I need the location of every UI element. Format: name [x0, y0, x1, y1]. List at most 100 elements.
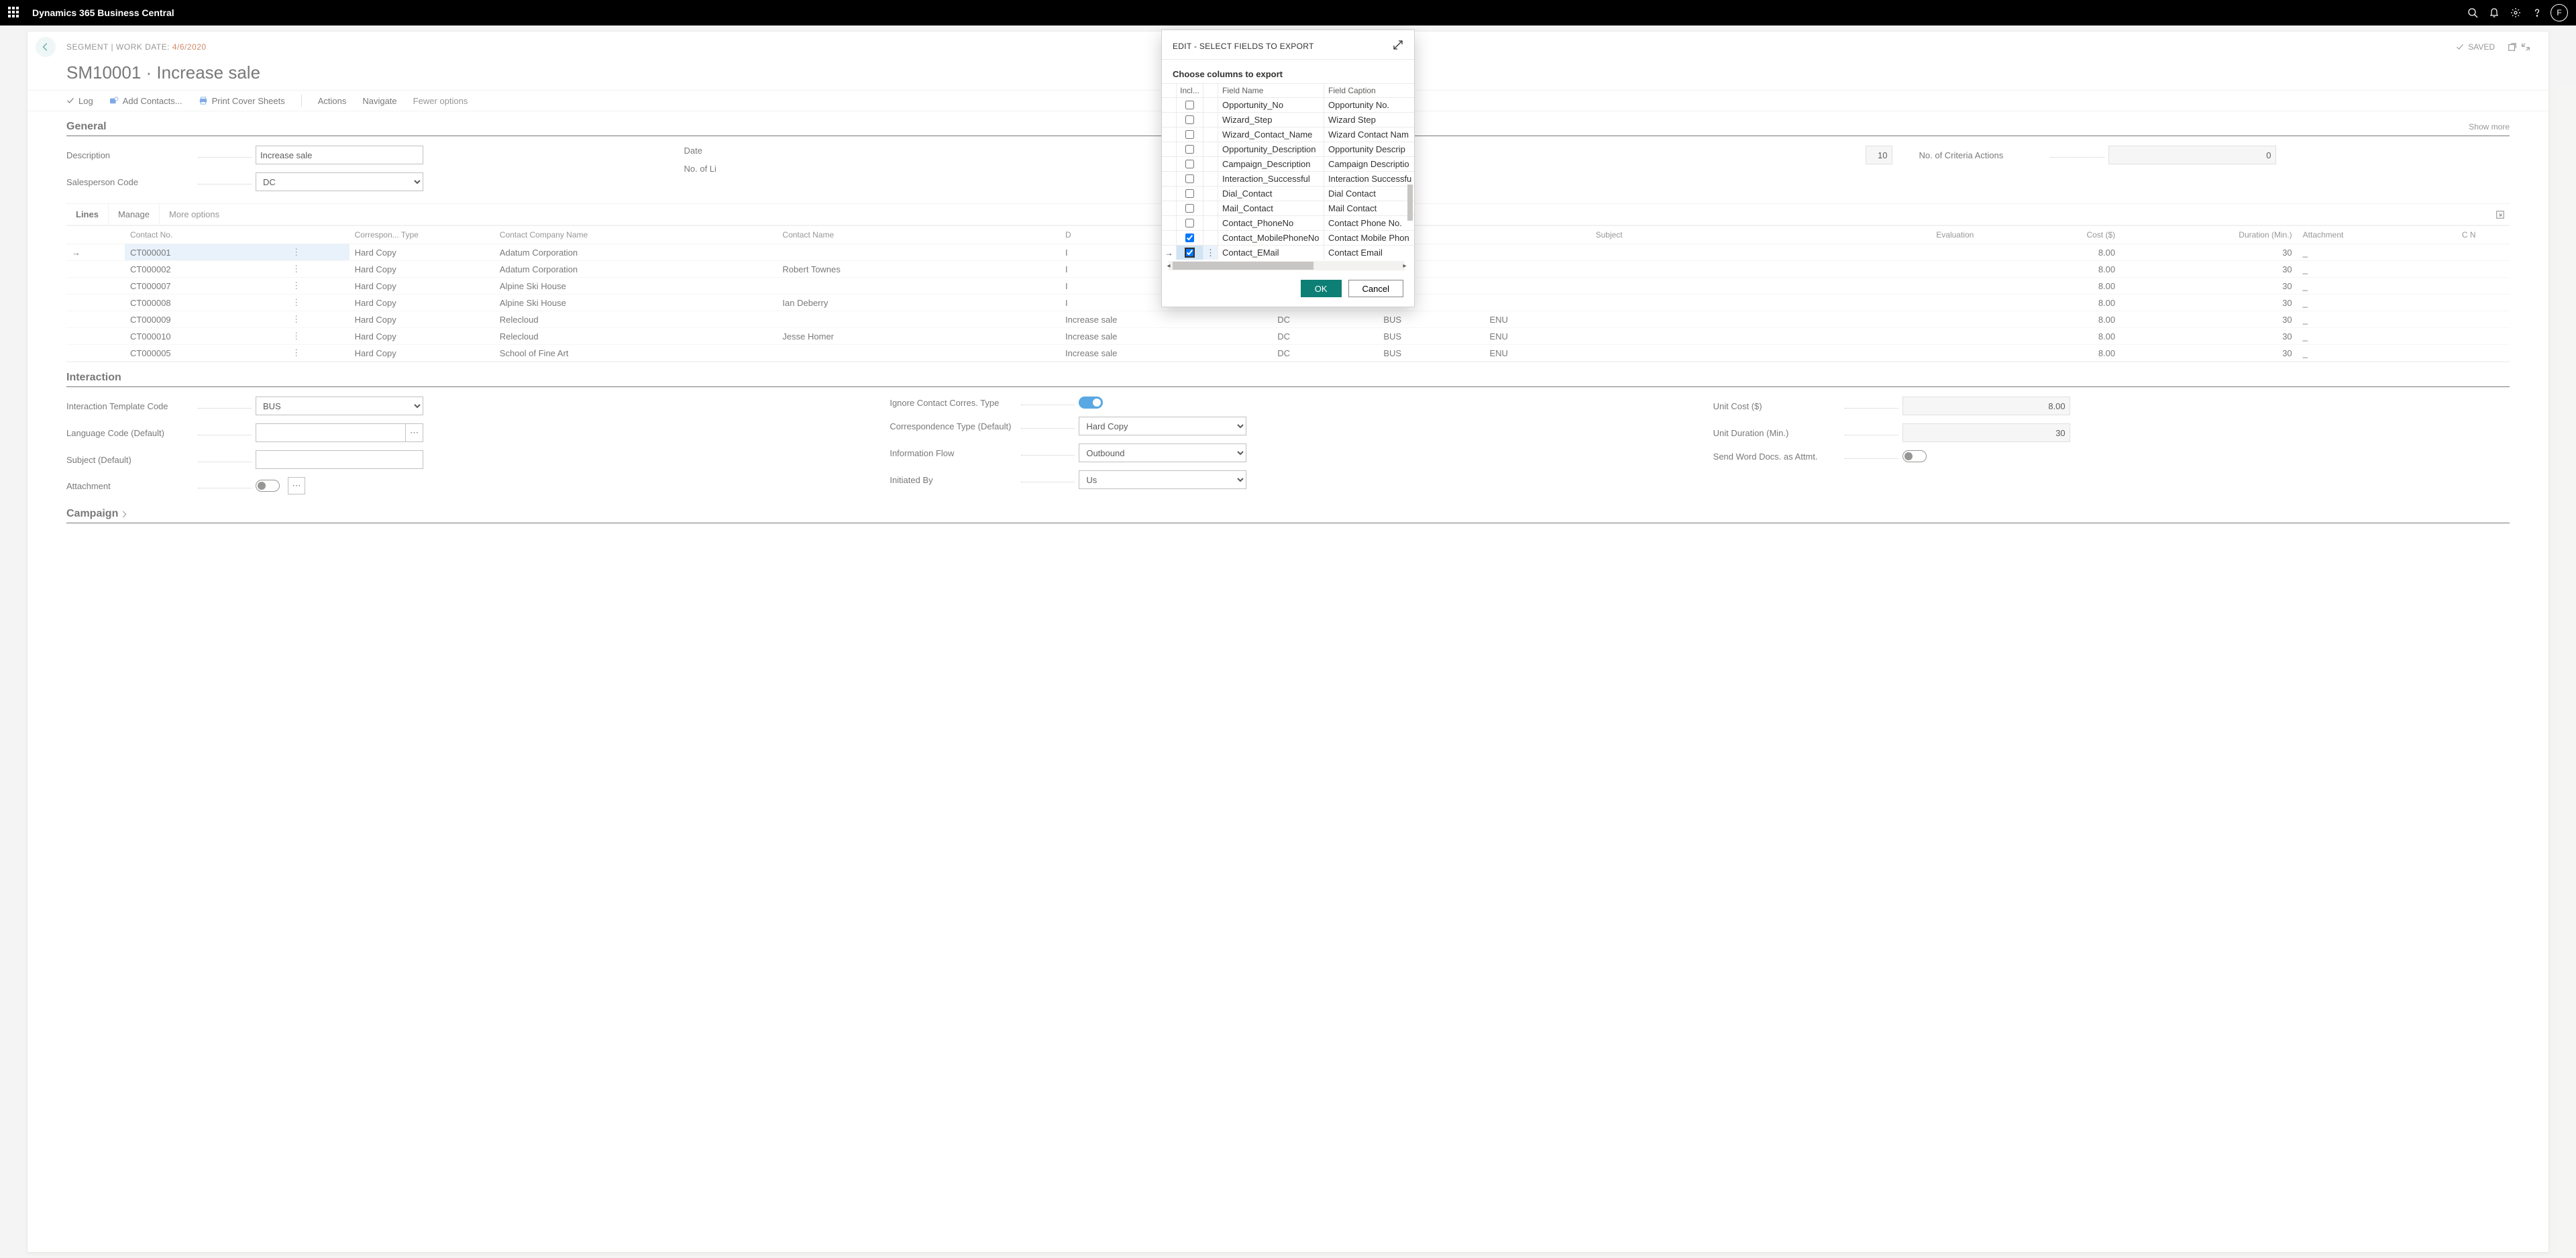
include-checkbox[interactable] [1185, 189, 1194, 198]
table-row[interactable]: CT000010⋮Hard CopyRelecloudJesse HomerIn… [66, 328, 2510, 345]
criteria-label: No. of Criteria Actions [1919, 150, 2047, 160]
add-contacts-action[interactable]: Add Contacts... [109, 96, 182, 106]
table-row[interactable]: CT000005⋮Hard CopySchool of Fine ArtIncr… [66, 345, 2510, 362]
actions-menu[interactable]: Actions [318, 96, 347, 106]
maximize-lines-icon[interactable] [2491, 205, 2510, 224]
tab-manage[interactable]: Manage [108, 204, 159, 225]
correspondence-type-select[interactable]: Hard Copy [1079, 417, 1246, 435]
include-checkbox[interactable] [1185, 160, 1194, 168]
description-label: Description [66, 150, 194, 160]
col-duration[interactable]: Duration (Min.) [2121, 226, 2298, 244]
app-launcher-icon[interactable] [8, 7, 20, 19]
send-word-toggle[interactable] [1902, 450, 1927, 462]
include-checkbox[interactable] [1185, 248, 1194, 257]
cancel-button[interactable]: Cancel [1348, 280, 1403, 297]
include-checkbox[interactable] [1185, 145, 1194, 154]
modal-row[interactable]: Campaign_DescriptionCampaign Descriptio [1162, 156, 1414, 171]
attachment-assist-button[interactable]: ⋯ [288, 477, 305, 494]
print-action[interactable]: Print Cover Sheets [199, 96, 285, 106]
log-action[interactable]: Log [66, 96, 93, 106]
include-checkbox[interactable] [1185, 115, 1194, 124]
tab-more-options[interactable]: More options [159, 204, 229, 225]
criteria-value [2108, 146, 2276, 164]
include-checkbox[interactable] [1185, 174, 1194, 183]
notification-icon[interactable] [2483, 2, 2505, 23]
section-interaction[interactable]: Interaction [66, 372, 2510, 387]
language-assist-button[interactable]: ⋯ [406, 423, 423, 442]
row-menu-icon[interactable]: ⋮ [289, 280, 303, 291]
col-correspon[interactable]: Correspon... Type [350, 226, 494, 244]
interaction-template-select[interactable]: BUS [256, 397, 423, 415]
attachment-toggle[interactable] [256, 480, 280, 492]
information-flow-select[interactable]: Outbound [1079, 443, 1246, 462]
modal-row[interactable]: Mail_ContactMail Contact [1162, 201, 1414, 215]
app-header: Dynamics 365 Business Central F [0, 0, 2576, 25]
modal-row[interactable]: Contact_MobilePhoneNoContact Mobile Phon [1162, 230, 1414, 245]
section-campaign[interactable]: Campaign [66, 508, 2510, 523]
salesperson-label: Salesperson Code [66, 177, 194, 187]
col-contact-no[interactable]: Contact No. [125, 226, 284, 244]
fewer-options[interactable]: Fewer options [413, 96, 468, 106]
table-row[interactable]: CT000009⋮Hard CopyRelecloudIncrease sale… [66, 311, 2510, 328]
row-menu-icon[interactable]: ⋮ [1203, 248, 1218, 258]
description-input[interactable] [256, 146, 423, 164]
unit-duration-input[interactable] [1902, 423, 2070, 442]
include-checkbox[interactable] [1185, 219, 1194, 227]
breadcrumb: SEGMENT | WORK DATE: 4/6/2020 [66, 42, 207, 52]
navigate-menu[interactable]: Navigate [362, 96, 396, 106]
row-menu-icon[interactable]: ⋮ [289, 297, 303, 307]
show-more-link[interactable]: Show more [2469, 122, 2510, 132]
col-cost[interactable]: Cost ($) [1979, 226, 2121, 244]
work-date-link[interactable]: 4/6/2020 [172, 42, 207, 52]
modal-hscrollbar[interactable]: ◂▸ [1169, 261, 1405, 270]
tab-lines[interactable]: Lines [66, 204, 108, 225]
col-include[interactable]: Incl... [1177, 84, 1203, 97]
modal-row[interactable]: Wizard_StepWizard Step [1162, 112, 1414, 127]
modal-row[interactable]: Interaction_SuccessfulInteraction Succes… [1162, 171, 1414, 186]
modal-vscrollbar[interactable] [1407, 84, 1413, 260]
col-company[interactable]: Contact Company Name [494, 226, 777, 244]
user-avatar[interactable]: F [2551, 4, 2568, 21]
export-fields-modal: EDIT - SELECT FIELDS TO EXPORT Choose co… [1161, 30, 1415, 307]
ignore-corres-toggle[interactable] [1079, 397, 1103, 409]
ok-button[interactable]: OK [1301, 280, 1342, 297]
initiated-by-select[interactable]: Us [1079, 470, 1246, 489]
row-menu-icon[interactable]: ⋮ [289, 331, 303, 341]
date-label: Date [684, 146, 812, 156]
subject-input[interactable] [256, 450, 423, 469]
include-checkbox[interactable] [1185, 130, 1194, 139]
col-attachment[interactable]: Attachment [2298, 226, 2457, 244]
include-checkbox[interactable] [1185, 101, 1194, 109]
modal-title: EDIT - SELECT FIELDS TO EXPORT [1173, 42, 1314, 51]
salesperson-select[interactable]: DC [256, 172, 423, 191]
saved-indicator: SAVED [2456, 42, 2495, 52]
modal-row[interactable]: ⋮Contact_EMailContact Email [1162, 245, 1414, 260]
modal-row[interactable]: Opportunity_DescriptionOpportunity Descr… [1162, 142, 1414, 156]
settings-icon[interactable] [2505, 2, 2526, 23]
modal-row[interactable]: Opportunity_NoOpportunity No. [1162, 97, 1414, 112]
col-field-name[interactable]: Field Name [1218, 84, 1324, 97]
back-button[interactable] [36, 37, 56, 57]
col-extra[interactable]: C N [2457, 226, 2510, 244]
col-subject[interactable]: Subject [1591, 226, 1803, 244]
row-menu-icon[interactable]: ⋮ [289, 348, 303, 358]
row-menu-icon[interactable]: ⋮ [289, 314, 303, 324]
modal-row[interactable]: Wizard_Contact_NameWizard Contact Nam [1162, 127, 1414, 142]
modal-row[interactable]: Contact_PhoneNoContact Phone No. [1162, 215, 1414, 230]
popout-icon[interactable] [2506, 40, 2519, 54]
col-contact-name[interactable]: Contact Name [777, 226, 1060, 244]
collapse-icon[interactable] [2519, 40, 2532, 54]
col-evaluation[interactable]: Evaluation [1803, 226, 1980, 244]
modal-row[interactable]: Dial_ContactDial Contact [1162, 186, 1414, 201]
include-checkbox[interactable] [1185, 233, 1194, 242]
help-icon[interactable] [2526, 2, 2548, 23]
modal-expand-icon[interactable] [1393, 40, 1403, 52]
col-field-caption[interactable]: Field Caption [1324, 84, 1414, 97]
include-checkbox[interactable] [1185, 204, 1194, 213]
row-menu-icon[interactable]: ⋮ [289, 247, 303, 257]
language-code-input[interactable] [256, 423, 406, 442]
app-name: Dynamics 365 Business Central [32, 7, 174, 18]
row-menu-icon[interactable]: ⋮ [289, 264, 303, 274]
search-icon[interactable] [2462, 2, 2483, 23]
unit-cost-input[interactable] [1902, 397, 2070, 415]
